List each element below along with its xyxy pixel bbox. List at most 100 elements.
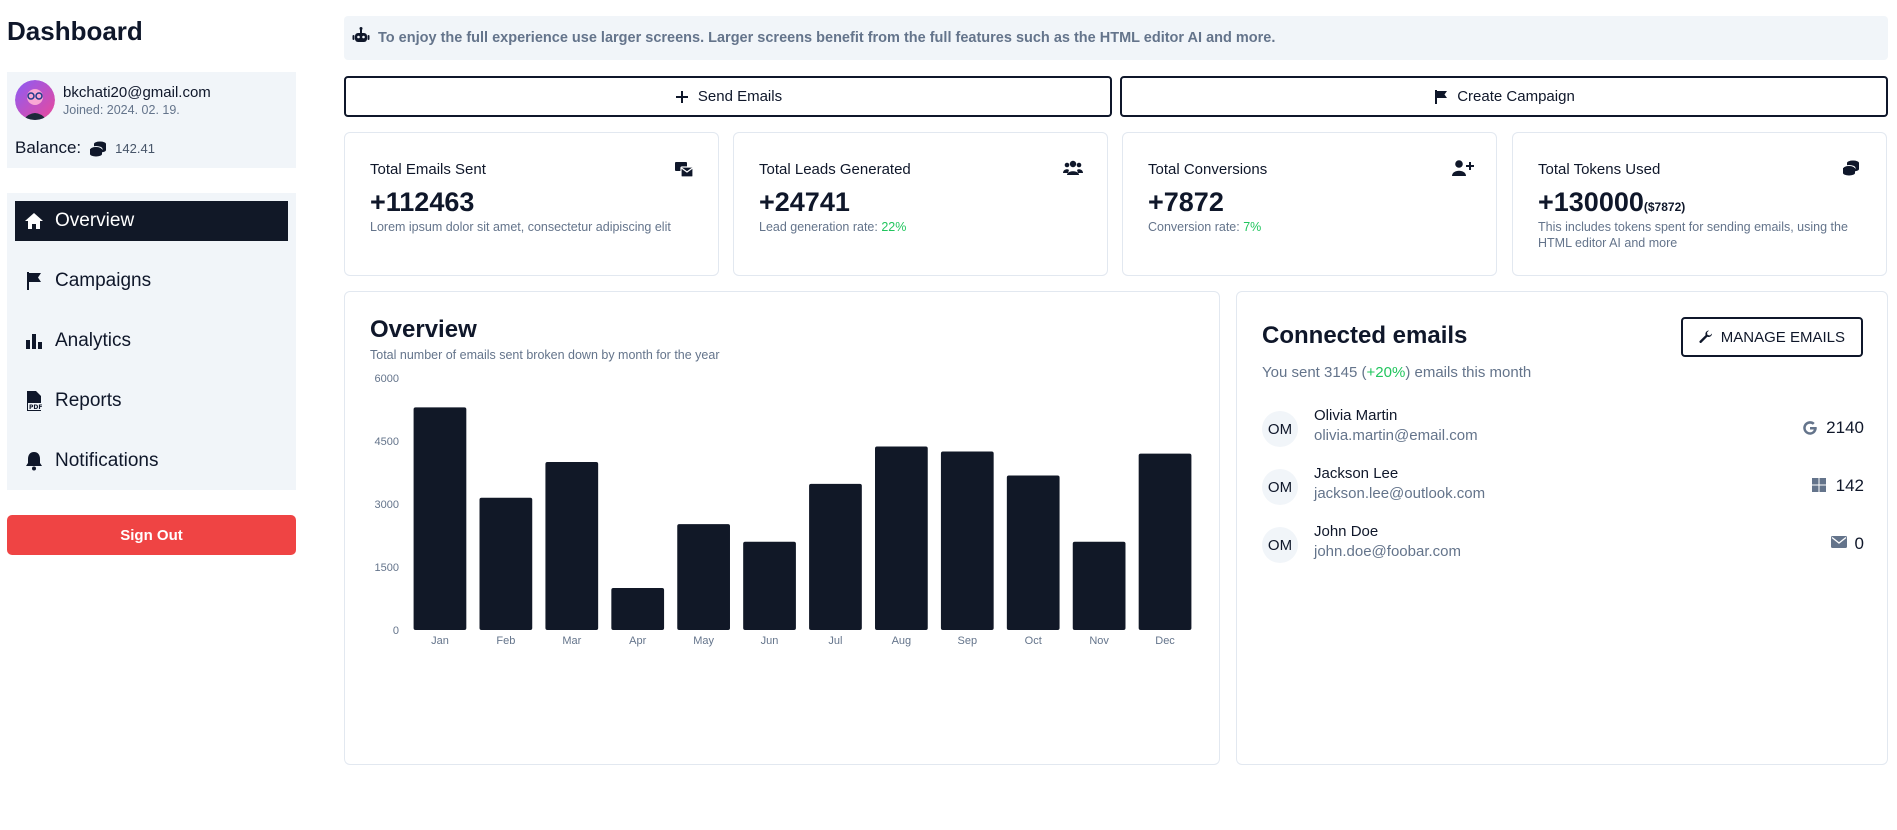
wrench-icon — [1699, 330, 1713, 344]
balance-value: 142.41 — [115, 140, 155, 156]
profile-card: bkchati20@gmail.com Joined: 2024. 02. 19… — [7, 72, 296, 168]
x-tick-label: Jun — [761, 635, 779, 647]
y-tick-label: 6000 — [375, 373, 399, 385]
overview-card: Overview Total number of emails sent bro… — [344, 291, 1220, 765]
stat-value: +24741 — [759, 187, 850, 217]
lead-rate-value: 22% — [881, 220, 907, 234]
tokens-value: +130000 — [1538, 187, 1644, 217]
google-icon — [1802, 420, 1818, 436]
stat-description: Lead generation rate: 22% — [759, 219, 1089, 235]
summary-prefix: You sent 3145 ( — [1262, 364, 1367, 381]
banner-text: To enjoy the full experience use larger … — [378, 30, 1276, 46]
stat-title: Total Tokens Used — [1538, 161, 1661, 178]
account-count: 0 — [1830, 534, 1864, 554]
conversion-rate-value: 7% — [1243, 220, 1262, 234]
bar-may — [677, 524, 730, 630]
monthly-emails-bar-chart: 0 1500 3000 4500 6000 Jan Feb Mar Apr May Jun Jul Au… — [375, 373, 1192, 647]
stat-value: +130000($7872) — [1538, 187, 1685, 218]
list-item[interactable]: OM Jackson Lee jackson.lee@outlook.com 1… — [1262, 463, 1864, 511]
x-tick-label: Jan — [431, 635, 449, 647]
tokens-cost: ($7872) — [1643, 200, 1686, 214]
x-tick-label: Apr — [629, 635, 646, 647]
account-email: olivia.martin@email.com — [1314, 427, 1478, 444]
bar-mar — [545, 462, 599, 630]
sidebar-item-label: Overview — [55, 210, 135, 231]
sidebar-item-notifications[interactable]: Notifications — [15, 441, 288, 481]
bar-oct — [1006, 475, 1060, 630]
account-email: john.doe@foobar.com — [1314, 543, 1461, 560]
balance-row: Balance: 142.41 — [15, 138, 155, 158]
profile-email: bkchati20@gmail.com — [63, 84, 211, 101]
manage-emails-button[interactable]: MANAGE EMAILS — [1680, 317, 1863, 357]
sign-out-button[interactable]: Sign Out — [7, 515, 296, 555]
y-tick-label: 0 — [393, 625, 399, 637]
avatar[interactable] — [15, 80, 55, 120]
home-icon — [23, 210, 45, 232]
bar-jul — [809, 483, 862, 630]
stat-value: +7872 — [1148, 187, 1224, 217]
x-tick-label: Jul — [828, 635, 842, 647]
sidebar-item-overview[interactable]: Overview — [15, 201, 288, 241]
sidebar-nav: Overview Campaigns Analytics PDF Reports… — [7, 193, 296, 490]
list-item[interactable]: OM John Doe john.doe@foobar.com 0 — [1262, 521, 1864, 569]
bar-jan — [413, 407, 467, 630]
manage-emails-label: MANAGE EMAILS — [1720, 328, 1845, 346]
x-tick-label: Sep — [958, 635, 978, 647]
list-item[interactable]: OM Olivia Martin olivia.martin@email.com… — [1262, 405, 1864, 453]
y-tick-label: 4500 — [375, 436, 399, 448]
create-campaign-label: Create Campaign — [1457, 88, 1575, 105]
sidebar-item-label: Campaigns — [55, 270, 152, 291]
windows-icon — [1811, 478, 1828, 494]
stat-description-label: Conversion rate: — [1148, 220, 1244, 234]
bar-dec — [1138, 453, 1192, 630]
account-count-value: 0 — [1854, 534, 1864, 553]
stat-card-tokens-used: Total Tokens Used +130000($7872) This in… — [1512, 132, 1887, 276]
sidebar-item-label: Analytics — [55, 330, 132, 351]
stat-card-emails-sent: Total Emails Sent +112463 Lorem ipsum do… — [344, 132, 719, 276]
y-tick-label: 3000 — [375, 499, 399, 511]
sidebar-item-label: Reports — [55, 390, 122, 411]
stat-title: Total Emails Sent — [370, 161, 486, 178]
create-campaign-button[interactable]: Create Campaign — [1120, 76, 1888, 117]
x-tick-label: Oct — [1025, 635, 1042, 647]
avatar: OM — [1262, 527, 1298, 563]
stat-card-leads-generated: Total Leads Generated +24741 Lead genera… — [733, 132, 1108, 276]
sidebar-item-label: Notifications — [55, 450, 159, 471]
bar-aug — [875, 446, 928, 630]
bar-chart-icon — [23, 330, 45, 352]
sidebar-item-reports[interactable]: PDF Reports — [15, 381, 288, 421]
users-icon — [1063, 159, 1083, 179]
sidebar-item-analytics[interactable]: Analytics — [15, 321, 288, 361]
avatar: OM — [1262, 469, 1298, 505]
svg-text:PDF: PDF — [29, 404, 42, 411]
bar-nov — [1072, 541, 1126, 630]
user-plus-icon — [1452, 159, 1474, 179]
bar-sep — [940, 451, 994, 630]
summary-change: +20% — [1366, 364, 1406, 381]
connected-emails-title: Connected emails — [1262, 322, 1468, 349]
flag-icon — [1433, 89, 1449, 105]
plus-icon — [674, 89, 690, 105]
page-title: Dashboard — [7, 16, 143, 46]
robot-icon — [352, 26, 370, 50]
connected-emails-card: Connected emails MANAGE EMAILS You sent … — [1236, 291, 1888, 765]
stat-description: Conversion rate: 7% — [1148, 219, 1478, 235]
stat-title: Total Leads Generated — [759, 161, 911, 178]
summary-suffix: ) emails this month — [1405, 364, 1532, 381]
send-emails-button[interactable]: Send Emails — [344, 76, 1112, 117]
flag-icon — [23, 270, 45, 292]
account-email: jackson.lee@outlook.com — [1314, 485, 1486, 502]
stat-description: This includes tokens spent for sending e… — [1538, 220, 1848, 250]
avatar: OM — [1262, 411, 1298, 447]
account-count: 142 — [1811, 476, 1864, 496]
y-tick-label: 1500 — [375, 562, 399, 574]
sidebar-item-campaigns[interactable]: Campaigns — [15, 261, 288, 301]
coins-icon — [89, 139, 107, 157]
account-name: John Doe — [1314, 523, 1379, 540]
x-tick-label: Feb — [496, 635, 515, 647]
x-tick-label: Aug — [892, 635, 912, 647]
connected-emails-summary: You sent 3145 (+20%) emails this month — [1262, 364, 1531, 381]
bar-jun — [743, 541, 796, 630]
stat-description: Lorem ipsum dolor sit amet, consectetur … — [370, 220, 671, 234]
bar-apr — [611, 588, 665, 630]
